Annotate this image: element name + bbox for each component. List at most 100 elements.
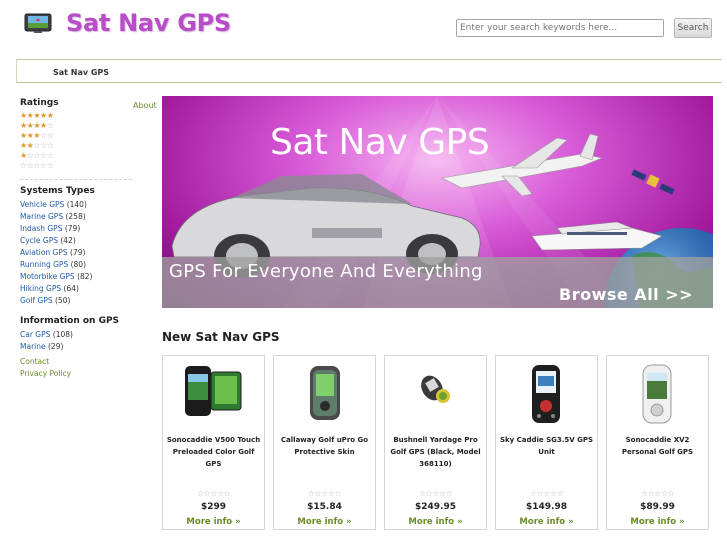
more-info-link[interactable]: More info » <box>496 517 597 527</box>
system-type-item: Running GPS (80) <box>20 259 154 271</box>
sat-nav-device-icon[interactable] <box>24 12 52 34</box>
product-name[interactable]: Callaway Golf uPro Go Protective Skin <box>277 434 372 458</box>
system-type-link[interactable]: Vehicle GPS <box>20 200 64 209</box>
star-empty-icon: ☆ <box>223 489 231 498</box>
system-type-count: (64) <box>63 284 79 293</box>
product-image[interactable] <box>274 362 375 426</box>
star-empty-icon: ☆ <box>46 131 54 140</box>
star-empty-icon: ☆ <box>40 151 47 160</box>
system-type-link[interactable]: Marine GPS <box>20 212 63 221</box>
system-type-item: Motorbike GPS (82) <box>20 271 154 283</box>
rating-filter-5-stars[interactable]: ★★★★★ <box>20 111 154 121</box>
product-price: $89.99 <box>640 502 675 512</box>
more-info-link[interactable]: More info » <box>607 517 708 527</box>
systems-heading: Systems Types <box>20 186 95 196</box>
star-empty-icon: ☆ <box>20 161 27 170</box>
product-price: $299 <box>200 502 227 512</box>
system-type-link[interactable]: Aviation GPS <box>20 248 68 257</box>
browse-all-link[interactable]: Browse All >> <box>559 285 693 304</box>
rating-filter-3-stars[interactable]: ★★★☆☆ <box>20 131 154 141</box>
rating-filter-1-stars[interactable]: ★☆☆☆☆ <box>20 151 154 161</box>
info-count: (108) <box>52 330 73 339</box>
satellite-icon <box>631 169 675 195</box>
product-card[interactable]: Sonocaddie V500 Touch Preloaded Color Go… <box>162 355 265 530</box>
product-name[interactable]: Bushnell Yardage Pro Golf GPS (Black, Mo… <box>388 434 483 470</box>
banner-tagline: GPS For Everyone And Everything <box>169 261 483 282</box>
system-type-link[interactable]: Hiking GPS <box>20 284 61 293</box>
product-name[interactable]: Sonocaddie V500 Touch Preloaded Color Go… <box>166 434 261 470</box>
star-empty-icon: ☆ <box>654 489 661 498</box>
star-empty-icon: ☆ <box>438 489 446 498</box>
product-image[interactable] <box>496 362 597 426</box>
star-empty-icon: ☆ <box>432 489 439 498</box>
info-count: (29) <box>48 342 64 351</box>
star-empty-icon: ☆ <box>46 141 54 150</box>
info-link[interactable]: Car GPS <box>20 330 50 339</box>
star-empty-icon: ☆ <box>33 161 41 170</box>
contact-link[interactable]: Contact <box>20 356 154 368</box>
more-info-link[interactable]: More info » <box>385 517 486 527</box>
system-type-link[interactable]: Motorbike GPS <box>20 272 75 281</box>
breadcrumb-current[interactable]: Sat Nav GPS <box>53 68 109 77</box>
search-button[interactable]: Search <box>674 18 712 38</box>
star-filled-icon: ★ <box>46 111 54 120</box>
system-type-count: (140) <box>66 200 87 209</box>
product-rating: ☆☆☆☆☆ <box>163 489 264 499</box>
product-image[interactable] <box>163 362 264 426</box>
star-empty-icon: ☆ <box>40 131 47 140</box>
search-input[interactable] <box>456 19 664 37</box>
product-image[interactable] <box>607 362 708 426</box>
product-card[interactable]: Sonocaddie XV2 Personal Golf GPS ☆☆☆☆☆ $89… <box>606 355 709 530</box>
product-card[interactable]: Bushnell Yardage Pro Golf GPS (Black, Mo… <box>384 355 487 530</box>
product-name[interactable]: Sky Caddie SG3.5V GPS Unit <box>499 434 594 458</box>
header-divider-bottom <box>16 82 722 83</box>
product-card[interactable]: Callaway Golf uPro Go Protective Skin ☆☆☆… <box>273 355 376 530</box>
more-info-link[interactable]: More info » <box>163 517 264 527</box>
system-type-item: Golf GPS (50) <box>20 295 154 307</box>
info-item: Marine (29) <box>20 341 154 353</box>
star-filled-icon: ★ <box>33 121 41 130</box>
star-empty-icon: ☆ <box>321 489 328 498</box>
rating-filter-2-stars[interactable]: ★★☆☆☆ <box>20 141 154 151</box>
hero-banner[interactable]: Sat Nav GPS GPS For Everyone And Everyth… <box>162 96 713 308</box>
star-filled-icon: ★ <box>20 121 27 130</box>
system-type-count: (258) <box>65 212 86 221</box>
star-empty-icon: ☆ <box>445 489 453 498</box>
ratings-heading: Ratings <box>20 98 59 108</box>
star-filled-icon: ★ <box>20 131 27 140</box>
rating-filter-4-stars[interactable]: ★★★★☆ <box>20 121 154 131</box>
system-type-link[interactable]: Cycle GPS <box>20 236 58 245</box>
more-info-link[interactable]: More info » <box>274 517 375 527</box>
star-filled-icon: ★ <box>40 111 47 120</box>
system-type-count: (79) <box>64 224 81 233</box>
privacy-policy-link[interactable]: Privacy Policy <box>20 368 154 380</box>
rating-filter-0-stars[interactable]: ☆☆☆☆☆ <box>20 161 154 171</box>
product-rating: ☆☆☆☆☆ <box>274 489 375 499</box>
system-type-link[interactable]: Running GPS <box>20 260 68 269</box>
systems-list: Vehicle GPS (140) Marine GPS (258) Indash … <box>20 199 154 307</box>
star-empty-icon: ☆ <box>40 161 47 170</box>
system-type-link[interactable]: Indash GPS <box>20 224 62 233</box>
info-list: Car GPS (108) Marine (29) <box>20 329 154 353</box>
system-type-link[interactable]: Golf GPS <box>20 296 53 305</box>
product-image[interactable] <box>385 362 486 426</box>
new-products-heading: New Sat Nav GPS <box>162 330 280 344</box>
product-price: $249.95 <box>415 502 456 512</box>
system-type-count: (80) <box>70 260 87 269</box>
system-type-item: Cycle GPS (42) <box>20 235 154 247</box>
product-card[interactable]: Sky Caddie SG3.5V GPS Unit ☆☆☆☆☆ $149.98 Mo… <box>495 355 598 530</box>
product-price: $15.84 <box>307 502 342 512</box>
site-header: Sat Nav GPS Search <box>0 0 727 52</box>
system-type-count: (79) <box>70 248 86 257</box>
star-filled-icon: ★ <box>33 111 41 120</box>
info-link[interactable]: Marine <box>20 342 46 351</box>
system-type-item: Hiking GPS (64) <box>20 283 154 295</box>
site-title[interactable]: Sat Nav GPS <box>66 9 231 37</box>
ratings-list: ★★★★★ ★★★★☆ ★★★☆☆ ★★☆☆☆ ★☆☆☆☆ ☆☆☆☆☆ <box>20 111 154 171</box>
star-empty-icon: ☆ <box>33 151 41 160</box>
system-type-item: Aviation GPS (79) <box>20 247 154 259</box>
star-filled-icon: ★ <box>20 111 27 120</box>
product-name[interactable]: Sonocaddie XV2 Personal Golf GPS <box>610 434 705 458</box>
star-empty-icon: ☆ <box>210 489 217 498</box>
star-empty-icon: ☆ <box>334 489 342 498</box>
